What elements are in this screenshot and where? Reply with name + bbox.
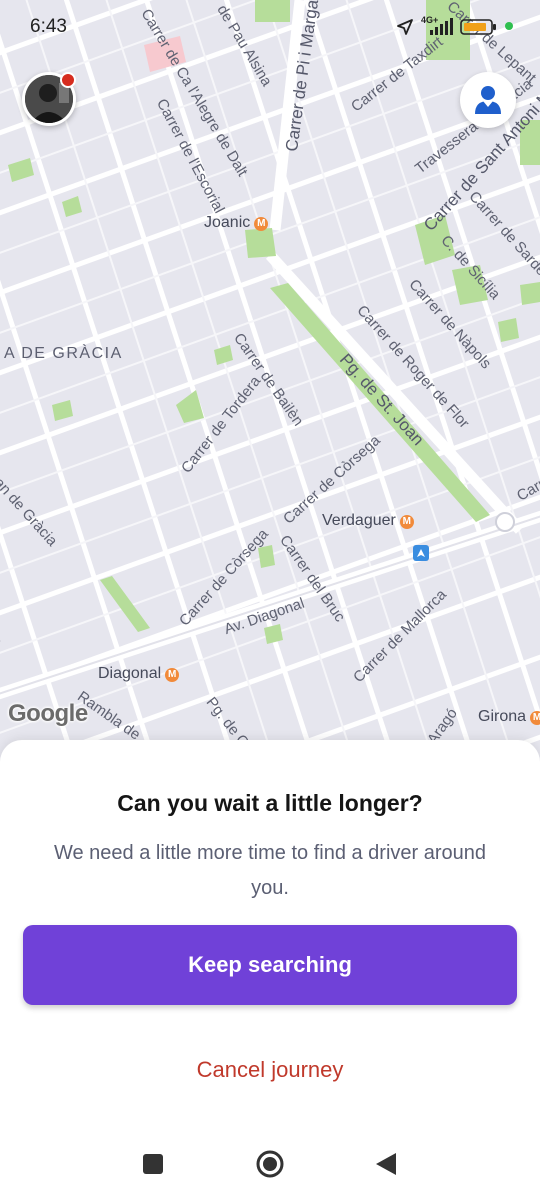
metro-icon: M — [399, 515, 414, 529]
station-girona[interactable]: Girona M — [478, 708, 540, 726]
map-view[interactable]: Carrer de Ca l'Alegre de Dalt de Pau Als… — [0, 0, 540, 760]
station-name: Diagonal — [98, 665, 162, 682]
keep-searching-button[interactable]: Keep searching — [23, 925, 517, 1005]
system-navigation-bar — [0, 1140, 540, 1200]
metro-icon: M — [165, 668, 180, 682]
navigation-arrow-icon — [413, 545, 429, 561]
profile-button[interactable] — [460, 72, 516, 128]
station-name: Verdaguer — [322, 512, 396, 529]
station-diagonal[interactable]: Diagonal M — [98, 665, 180, 683]
station-joanic[interactable]: Joanic M — [204, 214, 269, 232]
home-icon[interactable] — [255, 1149, 285, 1179]
notification-dot-icon — [505, 22, 513, 30]
station-name: Joanic — [204, 214, 251, 231]
search-dialog-sheet: Can you wait a little longer? We need a … — [0, 740, 540, 1140]
user-avatar-button[interactable] — [22, 72, 76, 126]
metro-icon: M — [530, 711, 540, 725]
cancel-journey-button[interactable]: Cancel journey — [120, 1045, 420, 1095]
location-arrow-icon — [397, 19, 413, 35]
signal-icon — [430, 18, 453, 35]
clock: 6:43 — [30, 16, 67, 37]
dialog-message: We need a little more time to find a dri… — [53, 842, 487, 899]
metro-icon: M — [254, 217, 269, 231]
google-logo: Google — [8, 700, 88, 727]
user-icon — [475, 86, 501, 114]
station-verdaguer[interactable]: Verdaguer M — [322, 512, 414, 530]
recent-apps-icon[interactable] — [142, 1153, 164, 1175]
station-name: Girona — [478, 708, 527, 725]
district-label: A DE GRÀCIA — [4, 345, 123, 362]
dialog-title: Can you wait a little longer? — [117, 790, 423, 816]
status-bar: 6:43 4G+ — [0, 0, 540, 50]
back-icon[interactable] — [374, 1152, 398, 1176]
battery-icon — [460, 19, 496, 35]
notification-badge — [60, 72, 76, 88]
